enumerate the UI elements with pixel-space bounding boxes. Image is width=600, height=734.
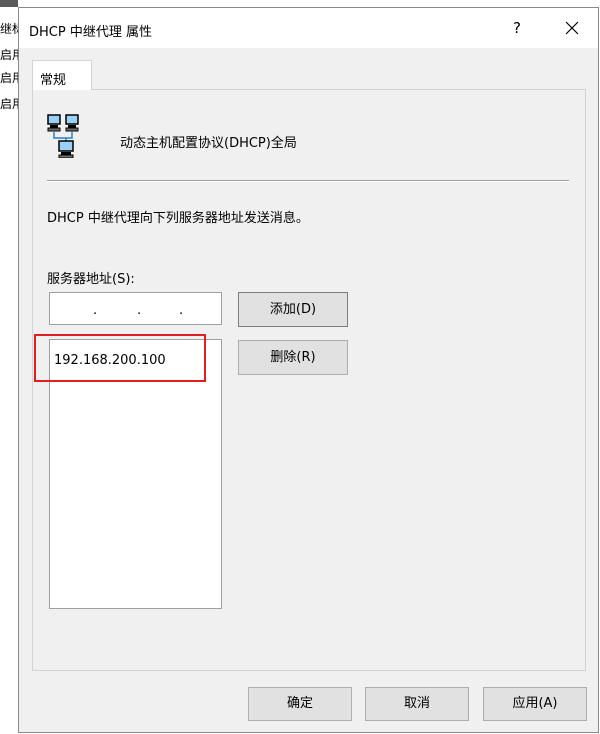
ip-octet-separator: . [179,303,184,318]
annotation-highlight-box [34,334,206,382]
background-window-text: 继标 [0,22,18,36]
background-window-text: 启用 [0,97,18,111]
tab-general[interactable]: 常规 [32,60,92,90]
server-address-label: 服务器地址(S): [47,272,135,287]
dialog-title: DHCP 中继代理 属性 [29,25,152,40]
ip-address-input[interactable]: . . . [49,292,222,325]
description-text: DHCP 中继代理向下列服务器地址发送消息。 [47,211,309,226]
background-window: 继标 启用 启用 启用 [0,0,18,734]
apply-button[interactable]: 应用(A) [483,687,587,721]
scope-title: 动态主机配置协议(DHCP)全局 [120,136,297,151]
ip-octet-separator: . [93,303,98,318]
title-bar: DHCP 中继代理 属性 ? [19,8,598,48]
ok-button[interactable]: 确定 [248,687,352,721]
background-window-titlebar [0,0,18,7]
dhcp-relay-properties-dialog: DHCP 中继代理 属性 ? 常规 动态主机配置协议(DHCP)全局 DHCP … [18,7,599,733]
remove-button[interactable]: 删除(R) [238,340,348,375]
close-button[interactable] [554,14,590,42]
close-icon [565,21,579,35]
network-computers-icon [47,114,79,158]
cancel-button[interactable]: 取消 [365,687,469,721]
background-window-text: 启用 [0,71,18,85]
help-button[interactable]: ? [503,14,531,42]
ip-octet-separator: . [137,303,142,318]
background-window-text: 启用 [0,48,18,62]
section-divider [47,180,569,182]
add-button[interactable]: 添加(D) [238,292,348,327]
